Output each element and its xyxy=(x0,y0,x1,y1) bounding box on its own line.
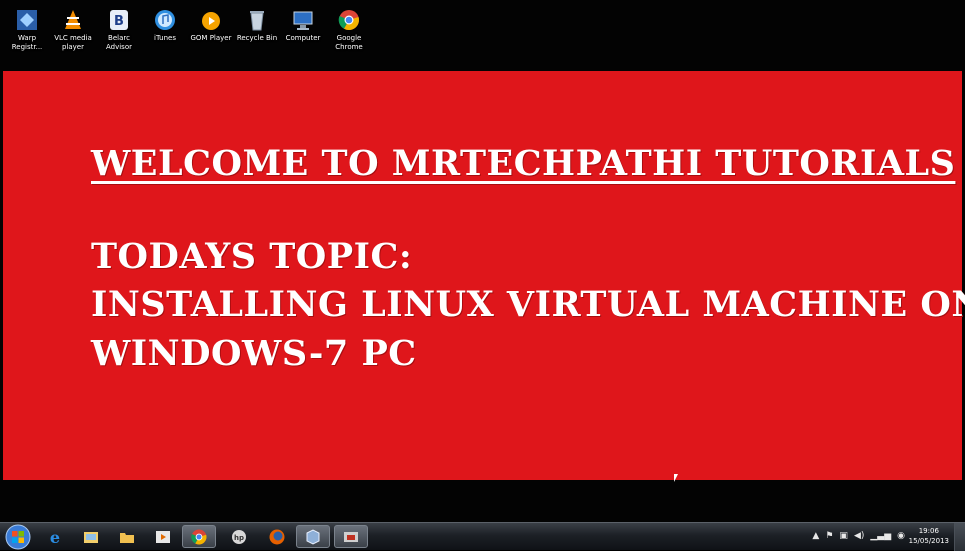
taskbar-firefox[interactable] xyxy=(260,525,294,548)
chrome-icon xyxy=(191,529,207,545)
taskbar-app[interactable] xyxy=(334,525,368,548)
internet-explorer-icon: e xyxy=(50,528,60,546)
slide-title: WELCOME TO MRTECHPATHI TUTORIALS xyxy=(91,143,956,184)
taskbar-chrome[interactable] xyxy=(182,525,216,548)
vlc-icon xyxy=(65,10,81,29)
svg-text:hp: hp xyxy=(234,534,244,542)
svg-text:B: B xyxy=(114,14,124,29)
desktop-icon-label: Google Chrome xyxy=(335,34,363,51)
clock-date: 15/05/2013 xyxy=(908,537,949,545)
taskbar-hp[interactable]: hp xyxy=(222,525,256,548)
power-icon[interactable]: ◉ xyxy=(897,530,905,542)
desktop-icon-recycle-bin[interactable]: Recycle Bin xyxy=(234,8,280,52)
desktop-icon-itunes[interactable]: iTunes xyxy=(142,8,188,52)
start-button[interactable] xyxy=(5,524,31,550)
belarc-icon: B xyxy=(110,10,128,30)
tray-expand-icon[interactable]: ▲ xyxy=(812,530,819,542)
hp-icon: hp xyxy=(232,529,246,544)
action-center-flag-icon[interactable]: ⚑ xyxy=(825,530,833,542)
desktop-icon-label: VLC media player xyxy=(54,34,92,51)
slide-topic-line-1: INSTALLING LINUX VIRTUAL MACHINE ON xyxy=(91,284,965,325)
desktop-icon-label: Warp Registr... xyxy=(11,34,43,51)
taskbar-internet-explorer[interactable]: e xyxy=(38,525,72,548)
taskbar-clock[interactable]: 19:06 15/05/2013 xyxy=(909,526,949,546)
desktop-icon-gom-player[interactable]: GOM Player xyxy=(188,8,234,52)
desktop-icon-warp-registry[interactable]: Warp Registr... xyxy=(4,8,50,52)
itunes-icon xyxy=(155,10,175,30)
taskbar-folder[interactable] xyxy=(110,525,144,548)
desktop-icon-label: Belarc Advisor xyxy=(105,34,132,51)
slide-banner: WELCOME TO MRTECHPATHI TUTORIALS TODAYS … xyxy=(3,71,965,480)
volume-icon[interactable]: ◀) xyxy=(854,530,864,542)
computer-icon xyxy=(293,11,313,30)
show-desktop-button[interactable] xyxy=(954,523,965,551)
windows-explorer-icon xyxy=(84,531,98,543)
taskbar-windows-explorer[interactable] xyxy=(74,525,108,548)
desktop-icons: Warp Registr... VLC media player B Belar… xyxy=(4,8,372,52)
folder-icon xyxy=(120,532,134,543)
desktop: Warp Registr... VLC media player B Belar… xyxy=(0,0,965,522)
warp-registry-icon xyxy=(17,10,37,30)
firefox-icon xyxy=(269,529,285,544)
desktop-icon-belarc[interactable]: B Belarc Advisor xyxy=(96,8,142,52)
desktop-icon-label: Recycle Bin xyxy=(236,34,278,42)
taskbar-virtualbox[interactable] xyxy=(296,525,330,548)
clock-time: 19:06 xyxy=(918,527,939,535)
desktop-icon-computer[interactable]: Computer xyxy=(280,8,326,52)
desktop-icon-chrome[interactable]: Google Chrome xyxy=(326,8,372,52)
virtualbox-icon xyxy=(306,528,320,545)
network-icon[interactable]: ▣ xyxy=(839,530,848,542)
taskbar-media-player[interactable] xyxy=(146,525,180,548)
app-icon xyxy=(344,531,358,542)
svg-text:e: e xyxy=(50,528,60,546)
taskbar: e hp ▲ ⚑ ▣ ◀) ▁▃▅ ◉ 19:06 15/05/2013 xyxy=(0,522,965,551)
desktop-icon-vlc[interactable]: VLC media player xyxy=(50,8,96,52)
chrome-icon xyxy=(338,10,359,31)
desktop-icon-label: iTunes xyxy=(154,34,176,42)
slide-topic-line-2: WINDOWS-7 PC xyxy=(91,333,417,374)
system-tray: ▲ ⚑ ▣ ◀) ▁▃▅ ◉ xyxy=(812,530,905,542)
slide-topic-label: TODAYS TOPIC: xyxy=(91,236,413,277)
desktop-icon-label: Computer xyxy=(285,34,321,42)
desktop-icon-label: GOM Player xyxy=(190,34,232,42)
gom-player-icon xyxy=(202,12,220,30)
signal-icon[interactable]: ▁▃▅ xyxy=(870,530,891,542)
media-player-icon xyxy=(156,530,170,543)
recycle-bin-icon xyxy=(250,11,264,31)
mouse-cursor-icon xyxy=(674,474,678,482)
